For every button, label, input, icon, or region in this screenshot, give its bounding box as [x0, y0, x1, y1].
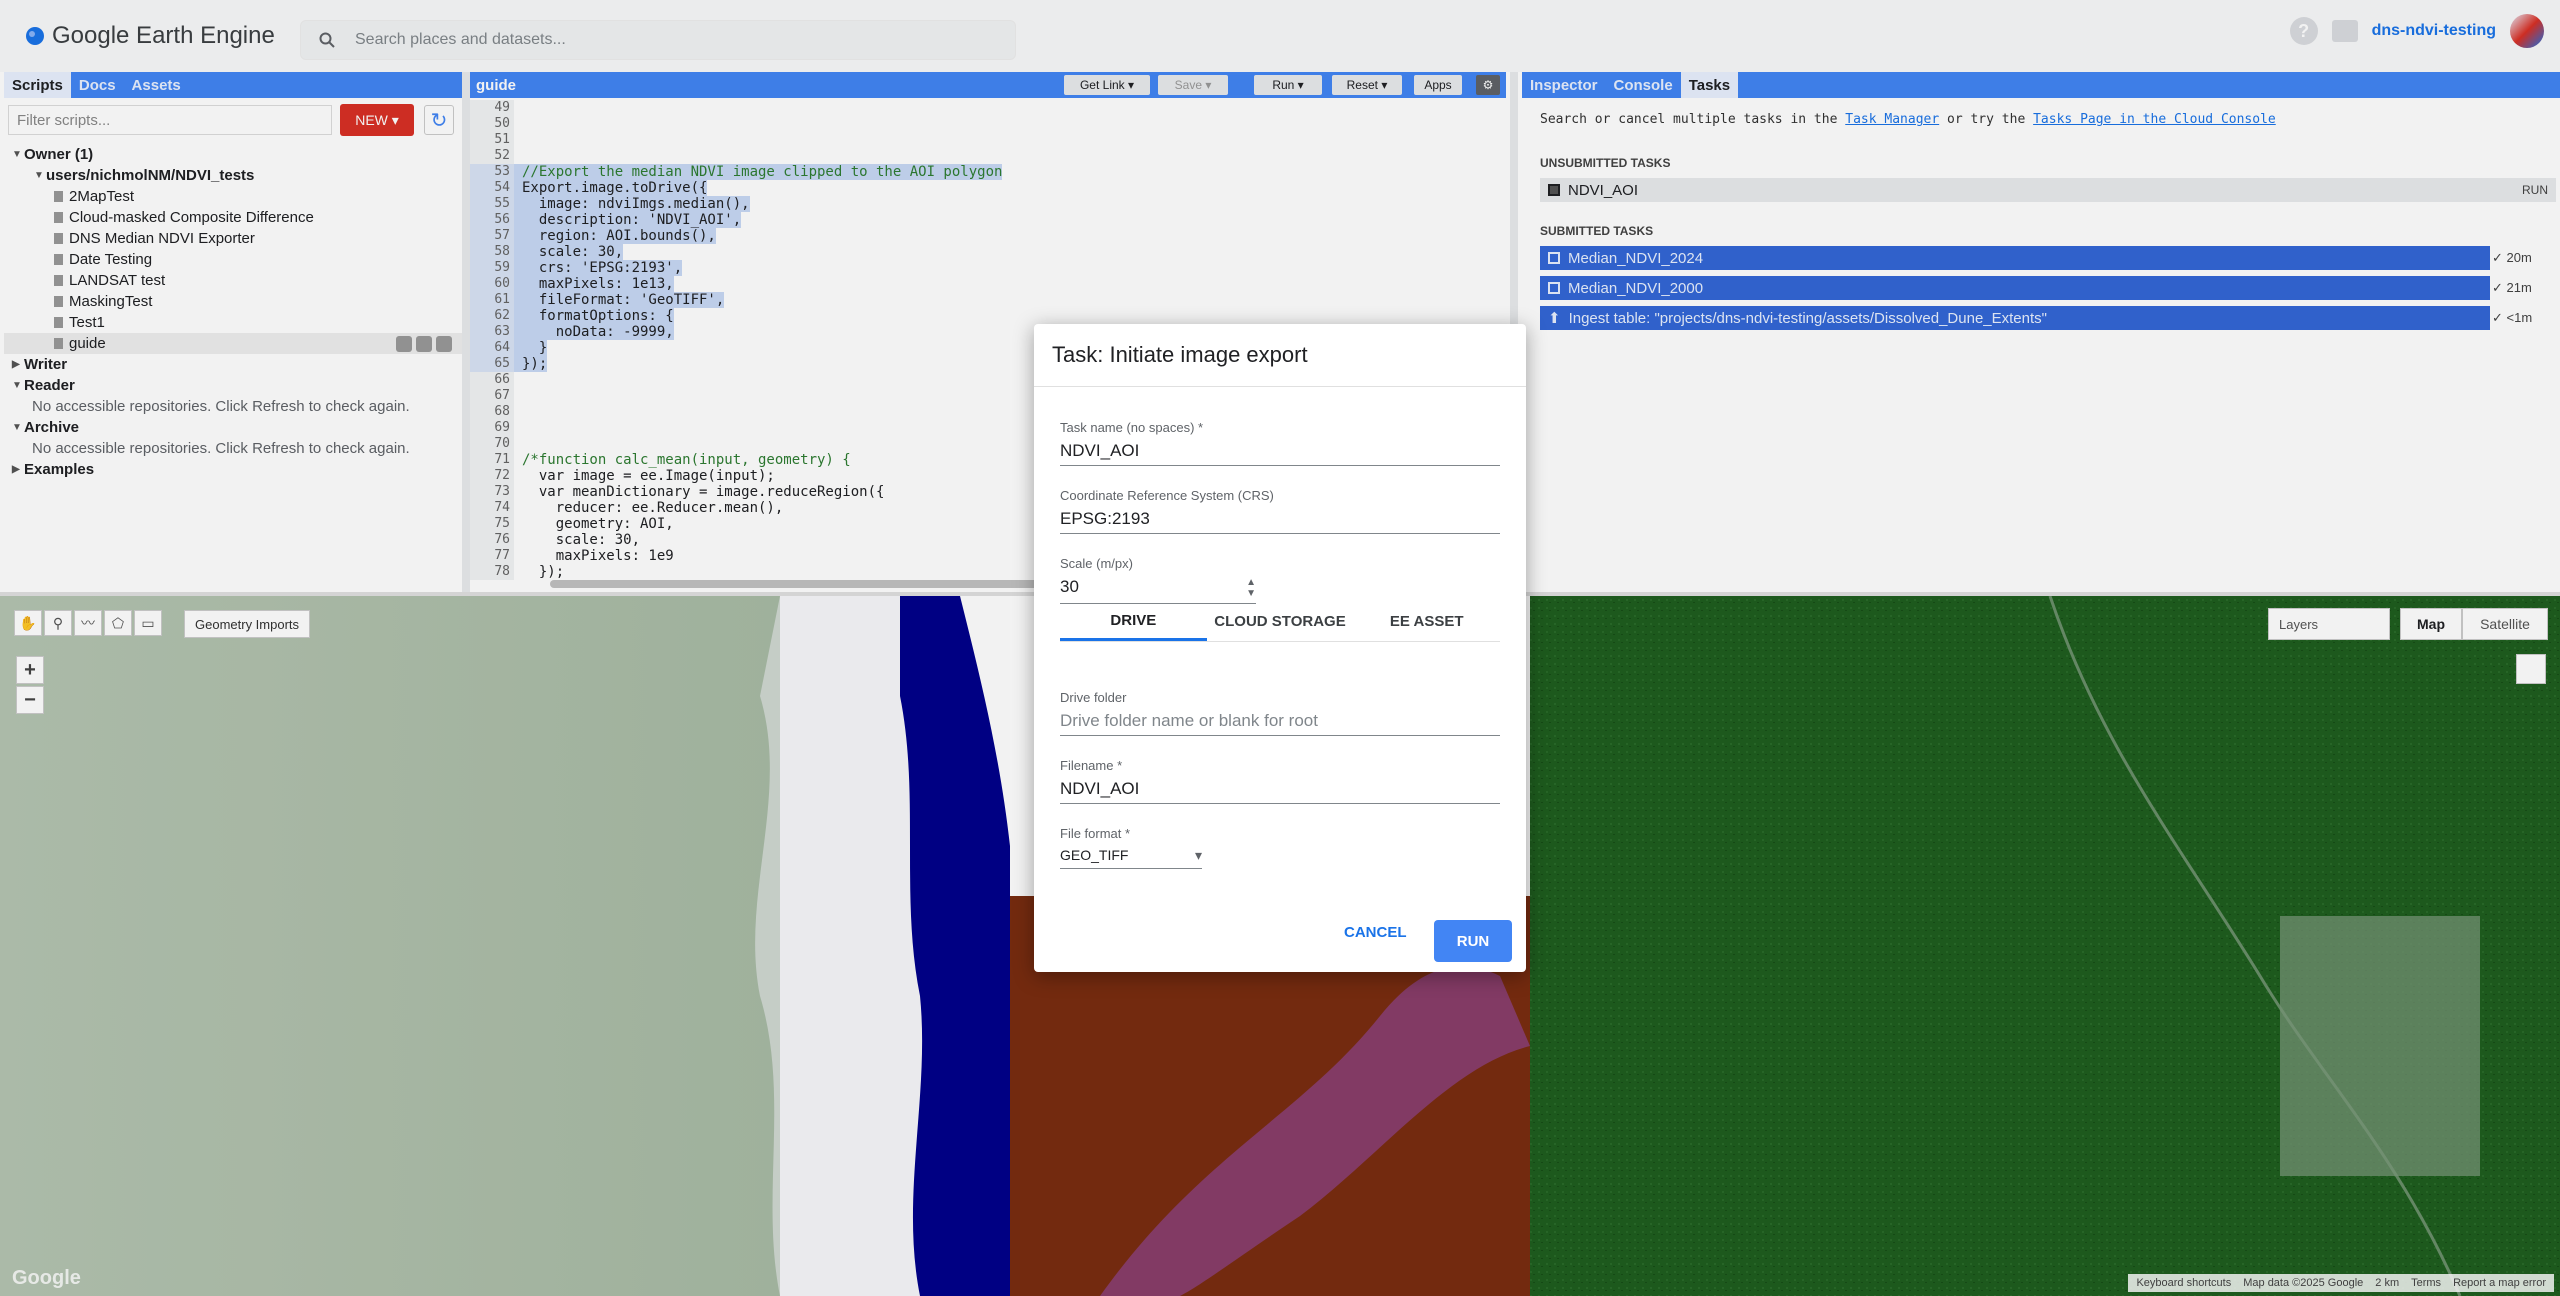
destination-tabs: DRIVE CLOUD STORAGE EE ASSET: [1060, 602, 1500, 642]
tab-ee-asset[interactable]: EE ASSET: [1353, 602, 1500, 641]
drive-folder-label: Drive folder: [1060, 690, 1127, 705]
dialog-divider: [1034, 386, 1526, 387]
export-dialog: Task: Initiate image export Task name (n…: [1034, 324, 1526, 972]
task-name-label: Task name (no spaces) *: [1060, 420, 1204, 435]
filename-field[interactable]: Filename * NDVI_AOI: [1060, 758, 1500, 804]
tab-cloud-storage[interactable]: CLOUD STORAGE: [1207, 602, 1354, 641]
tab-drive[interactable]: DRIVE: [1060, 602, 1207, 641]
dropdown-arrow-icon: ▾: [1194, 847, 1202, 863]
crs-value: EPSG:2193: [1060, 509, 1150, 528]
cancel-button[interactable]: CANCEL: [1344, 924, 1407, 941]
stepper-icon[interactable]: ▲ ▼: [1246, 577, 1256, 599]
file-format-value: GEO_TIFF: [1060, 847, 1129, 863]
crs-field[interactable]: Coordinate Reference System (CRS) EPSG:2…: [1060, 488, 1500, 534]
dialog-title: Task: Initiate image export: [1052, 342, 1308, 367]
scale-label: Scale (m/px): [1060, 556, 1133, 571]
run-export-button[interactable]: RUN: [1434, 920, 1512, 962]
filename-value: NDVI_AOI: [1060, 779, 1140, 798]
scale-field[interactable]: Scale (m/px) 30 ▲ ▼: [1060, 556, 1256, 604]
task-name-value: NDVI_AOI: [1060, 441, 1140, 460]
task-name-field[interactable]: Task name (no spaces) * NDVI_AOI: [1060, 420, 1500, 466]
drive-folder-field[interactable]: Drive folder Drive folder name or blank …: [1060, 690, 1500, 736]
file-format-label: File format *: [1060, 826, 1131, 841]
filename-label: Filename *: [1060, 758, 1123, 773]
drive-folder-placeholder: Drive folder name or blank for root: [1060, 711, 1318, 730]
crs-label: Coordinate Reference System (CRS): [1060, 488, 1274, 503]
scale-value: 30: [1060, 577, 1079, 596]
earth-engine-app: Google Earth Engine Search places and da…: [0, 0, 2560, 1296]
file-format-select[interactable]: File format * GEO_TIFF ▾: [1060, 826, 1202, 869]
